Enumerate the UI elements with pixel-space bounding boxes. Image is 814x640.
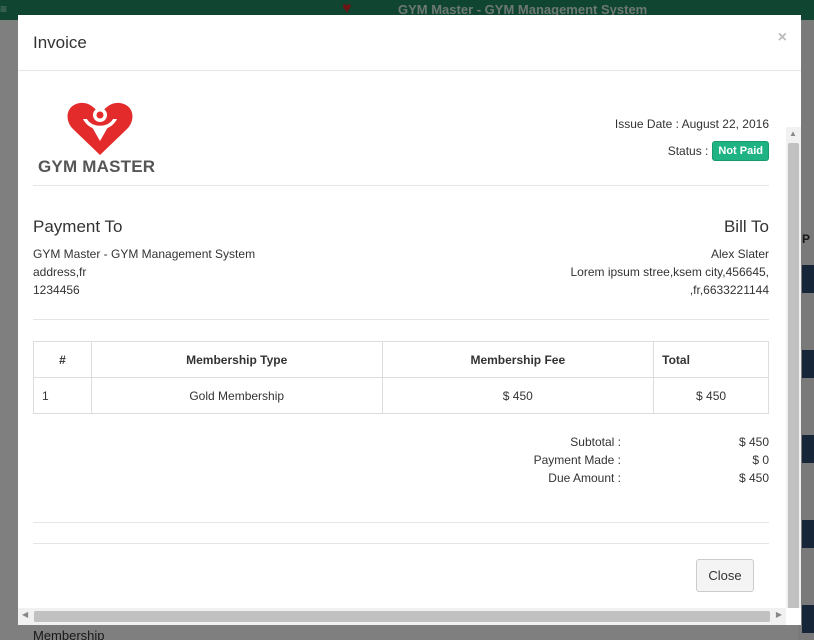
bill-to-address: Alex Slater Lorem ipsum stree,ksem city,… (570, 245, 769, 299)
payment-to-address: GYM Master - GYM Management System addre… (33, 245, 255, 299)
invoice-table: # Membership Type Membership Fee Total 1… (33, 341, 769, 414)
horizontal-scrollbar[interactable]: ◀ ▶ (18, 608, 786, 625)
scroll-up-icon[interactable]: ▲ (789, 129, 797, 138)
due-amount-value: $ 450 (738, 471, 769, 485)
column-header-membership-fee: Membership Fee (381, 341, 655, 378)
divider (33, 319, 769, 320)
status-badge: Not Paid (712, 141, 769, 161)
subtotal-value: $ 450 (738, 435, 769, 449)
bill-to-heading: Bill To (723, 217, 769, 236)
table-header-row: # Membership Type Membership Fee Total (33, 341, 769, 378)
scroll-left-icon[interactable]: ◀ (22, 610, 28, 619)
row-number: 1 (33, 377, 92, 414)
membership-type: Gold Membership (90, 377, 383, 414)
logo-text: GYM MASTER (38, 157, 156, 176)
totals-section: Subtotal : $ 450 Payment Made : $ 0 Due … (413, 433, 769, 487)
address-line: Lorem ipsum stree,ksem city,456645, (570, 265, 769, 279)
status-row: Status : Not Paid (668, 141, 769, 161)
modal-body: GYM MASTER Issue Date : August 22, 2016 … (18, 71, 801, 608)
modal-header: Invoice × (18, 15, 801, 71)
table-row: 1 Gold Membership $ 450 $ 450 (33, 377, 769, 414)
vertical-scrollbar-thumb[interactable] (788, 143, 799, 608)
due-amount-label: Due Amount : (548, 471, 621, 485)
address-line: ,fr,6633221144 (689, 283, 769, 297)
subtotal-label: Subtotal : (570, 435, 621, 449)
address-line: 1234456 (33, 283, 80, 297)
gym-master-logo-icon (67, 102, 133, 155)
close-button[interactable]: Close (696, 559, 754, 592)
modal-title: Invoice (33, 33, 87, 52)
divider (33, 522, 769, 523)
payment-made-label: Payment Made : (533, 453, 621, 467)
column-header-membership-type: Membership Type (90, 341, 383, 378)
subtotal-row: Subtotal : $ 450 (413, 433, 769, 451)
divider (33, 185, 769, 186)
invoice-modal: Invoice × GYM MASTER Issue Date : August… (18, 15, 801, 625)
issue-date: Issue Date : August 22, 2016 (614, 117, 769, 131)
address-line: address,fr (33, 265, 87, 279)
payment-made-value: $ 0 (752, 453, 769, 467)
scroll-right-icon[interactable]: ▶ (776, 610, 782, 619)
column-header-number: # (33, 341, 92, 378)
payment-made-row: Payment Made : $ 0 (413, 451, 769, 469)
footer-divider (33, 543, 769, 544)
vertical-scrollbar[interactable]: ▲ ▼ (786, 127, 801, 608)
membership-fee: $ 450 (381, 377, 655, 414)
address-line: GYM Master - GYM Management System (33, 247, 256, 261)
status-label: Status : (667, 144, 709, 158)
due-amount-row: Due Amount : $ 450 (413, 469, 769, 487)
close-icon[interactable]: × (778, 29, 787, 47)
column-header-total: Total (653, 341, 769, 378)
horizontal-scrollbar-thumb[interactable] (34, 611, 770, 622)
row-total: $ 450 (653, 377, 769, 414)
payment-to-heading: Payment To (33, 217, 123, 236)
address-line: Alex Slater (710, 247, 769, 261)
invoice-content: GYM MASTER Issue Date : August 22, 2016 … (33, 71, 769, 608)
